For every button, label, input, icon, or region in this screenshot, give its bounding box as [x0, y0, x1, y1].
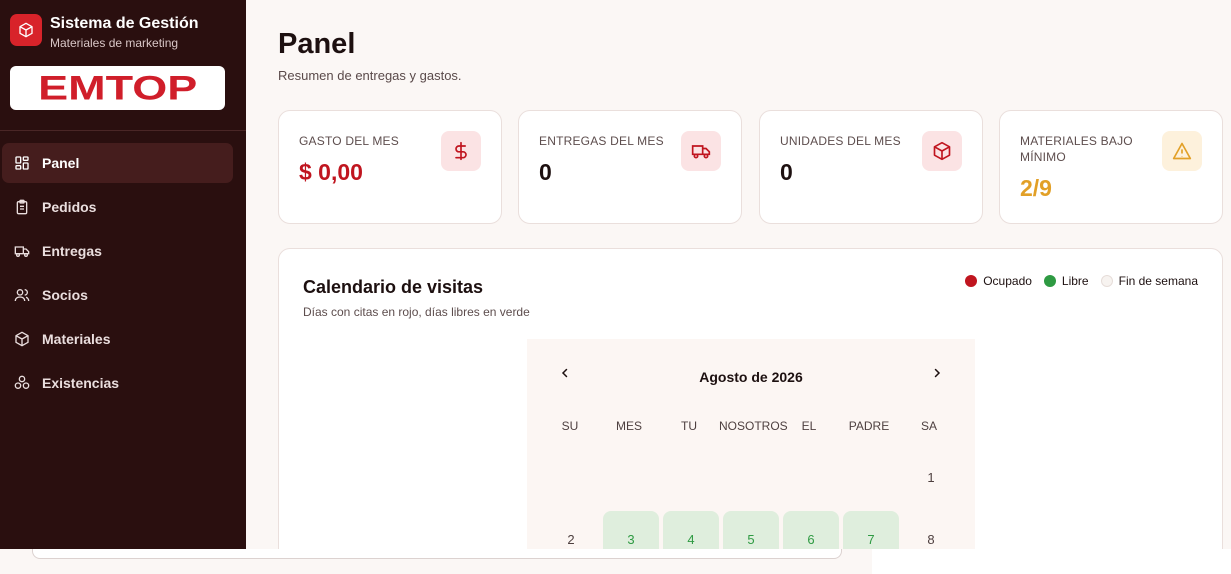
calendar-day-empty	[543, 449, 599, 505]
calendar-week: 2 3 4 5 6 7 8	[541, 511, 961, 549]
calendar-day-empty	[663, 449, 719, 505]
box-icon	[10, 14, 42, 46]
legend-item-libre: Libre	[1043, 274, 1089, 288]
sidebar: Sistema de Gestión Materiales de marketi…	[0, 0, 246, 549]
boxes-icon	[14, 375, 30, 391]
sidebar-item-entregas[interactable]: Entregas	[2, 231, 233, 271]
sidebar-item-socios[interactable]: Socios	[2, 275, 233, 315]
sidebar-item-label: Materiales	[42, 331, 111, 347]
stat-label: MATERIALES BAJO MÍNIMO	[1020, 134, 1133, 164]
calendar-legend: Ocupado Libre Fin de semana	[965, 274, 1198, 288]
weekday-label: SU	[561, 419, 579, 433]
brand-title: Sistema de Gestión	[50, 15, 199, 32]
sidebar-item-label: Existencias	[42, 375, 120, 391]
weekday-label: PADRE	[848, 419, 890, 433]
sidebar-item-pedidos[interactable]: Pedidos	[2, 187, 233, 227]
truck-icon	[681, 131, 721, 171]
users-icon	[14, 287, 30, 303]
calendar-title: Calendario de visitas	[303, 277, 484, 297]
sidebar-item-label: Socios	[42, 287, 88, 303]
weekday-label: TU	[681, 419, 697, 433]
sidebar-item-panel[interactable]: Panel	[2, 143, 233, 183]
calendar-day-free[interactable]: 3	[603, 511, 659, 549]
calendar-week: 1	[541, 449, 961, 505]
grid-icon	[14, 155, 30, 171]
weekday-label: EL	[801, 419, 817, 433]
calendar-day-free[interactable]: 5	[723, 511, 779, 549]
calendar-day-free[interactable]: 6	[783, 511, 839, 549]
legend-label: Ocupado	[983, 274, 1032, 288]
sidebar-item-existencias[interactable]: Existencias	[2, 363, 233, 403]
legend-dot	[1043, 275, 1056, 287]
legend-label: Libre	[1061, 274, 1089, 288]
calendar-day-weekend[interactable]: 2	[543, 511, 599, 549]
stat-card-unidades: UNIDADES DEL MES 0	[759, 110, 983, 224]
calendar-day-weekend[interactable]: 8	[903, 511, 959, 549]
stat-card-entregas: ENTREGAS DEL MES 0	[518, 110, 742, 224]
weekday-header: SU MES TU NOSOTROS EL PADRE SA	[541, 419, 959, 433]
weekday-label: NOSOTROS	[719, 419, 788, 433]
calendar: Agosto de 2026 SU MES TU NOSOTROS EL PAD…	[527, 339, 975, 549]
calendar-day-weekend[interactable]: 1	[903, 449, 959, 505]
stat-value: 0	[780, 159, 793, 185]
legend-item-fin-de-semana: Fin de semana	[1100, 274, 1198, 288]
calendar-day-free[interactable]: 7	[843, 511, 899, 549]
clipboard-icon	[14, 199, 30, 215]
stat-card-materiales-bajo-minimo: MATERIALES BAJO MÍNIMO 2/9	[999, 110, 1223, 224]
box-icon	[14, 331, 30, 347]
next-month-button[interactable]	[925, 361, 949, 385]
weekday-label: MES	[615, 419, 642, 433]
legend-dot	[1100, 275, 1113, 287]
weekday-label: SA	[920, 419, 937, 433]
visits-calendar-panel: Calendario de visitas Días con citas en …	[278, 248, 1223, 549]
stat-label: ENTREGAS DEL MES	[539, 134, 664, 148]
logo-text: EMTOP	[37, 68, 198, 107]
main-content: Panel Resumen de entregas y gastos. GAST…	[246, 0, 1231, 549]
calendar-day-empty	[783, 449, 839, 505]
emtop-logo: EMTOP	[10, 66, 225, 110]
bottom-card-edge	[32, 549, 842, 559]
stat-value: 2/9	[1020, 175, 1052, 201]
stat-value: $ 0,00	[299, 159, 363, 185]
calendar-day-free[interactable]: 4	[663, 511, 719, 549]
calendar-month-label: Agosto de 2026	[699, 369, 803, 385]
calendar-day-empty	[843, 449, 899, 505]
page-subtitle: Resumen de entregas y gastos.	[278, 68, 462, 83]
sidebar-item-label: Panel	[42, 155, 80, 171]
brand: Sistema de Gestión Materiales de marketi…	[10, 14, 199, 51]
calendar-day-empty	[603, 449, 659, 505]
sidebar-divider	[0, 130, 246, 131]
brand-subtitle: Materiales de marketing	[50, 36, 179, 50]
stat-value: 0	[539, 159, 552, 185]
warning-icon	[1162, 131, 1202, 171]
calendar-subtitle: Días con citas en rojo, días libres en v…	[303, 305, 530, 319]
sidebar-item-label: Pedidos	[42, 199, 97, 215]
truck-icon	[14, 243, 30, 259]
sidebar-nav: Panel Pedidos Entregas Socios Materiales	[2, 143, 233, 407]
calendar-day-empty	[723, 449, 779, 505]
legend-dot	[965, 275, 978, 287]
page-title: Panel	[278, 28, 356, 60]
sidebar-item-materiales[interactable]: Materiales	[2, 319, 233, 359]
stat-label: UNIDADES DEL MES	[780, 134, 901, 148]
box-icon	[922, 131, 962, 171]
sidebar-item-label: Entregas	[42, 243, 102, 259]
dollar-icon	[441, 131, 481, 171]
legend-label: Fin de semana	[1118, 274, 1198, 288]
legend-item-ocupado: Ocupado	[965, 274, 1032, 288]
stat-card-gasto: GASTO DEL MES $ 0,00	[278, 110, 502, 224]
stat-label: GASTO DEL MES	[299, 134, 399, 148]
